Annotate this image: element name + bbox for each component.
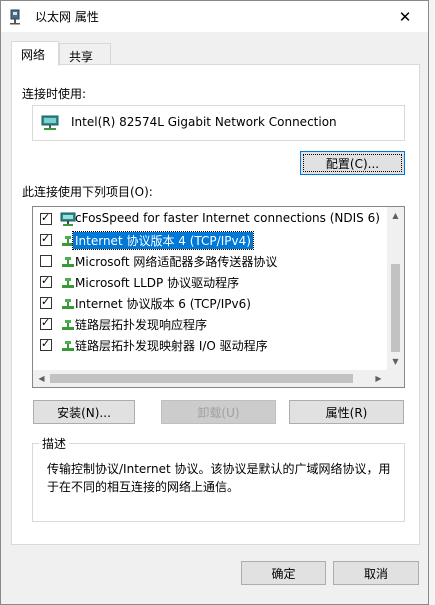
properties-button-label: 属性(R) [325,405,368,420]
uninstall-button[interactable]: 卸载(U) [161,400,276,424]
properties-dialog: 以太网 属性 ✕ 网络 共享 连接时使用: Intel(R) 82574L Gi… [0,0,429,605]
scroll-left-icon[interactable]: ◀ [33,370,50,387]
item-label: 链路层拓扑发现响应程序 [75,318,208,332]
list-item[interactable]: 链路层拓扑发现映射器 I/O 驱动程序 [33,335,388,356]
install-button[interactable]: 安装(N)... [33,400,135,424]
item-label: Microsoft LLDP 协议驱动程序 [75,276,240,290]
item-checkbox[interactable] [40,316,52,330]
items-label: 此连接使用下列项目(O): [22,185,153,199]
tab-sharing[interactable]: 共享 [59,43,111,65]
horizontal-scroll-thumb[interactable] [50,374,353,383]
item-label: Microsoft 网络适配器多路传送器协议 [75,255,278,269]
install-button-label: 安装(N)... [57,405,111,420]
adapter-name: Intel(R) 82574L Gigabit Network Connecti… [71,115,337,129]
list-item[interactable]: Microsoft 网络适配器多路传送器协议 [33,251,388,272]
properties-button[interactable]: 属性(R) [289,400,404,424]
scroll-right-icon[interactable]: ▶ [370,370,387,387]
item-checkbox[interactable] [40,255,52,267]
protocol-icon [62,278,74,288]
protocol-icon [62,320,74,330]
adapter-box: Intel(R) 82574L Gigabit Network Connecti… [32,105,405,141]
cfos-icon [60,212,76,226]
list-item[interactable]: Microsoft LLDP 协议驱动程序 [33,272,388,293]
item-checkbox[interactable] [40,337,52,351]
item-checkbox[interactable] [40,274,52,288]
protocol-icon [62,299,74,309]
vertical-scroll-thumb[interactable] [391,264,400,352]
cancel-button-label: 取消 [363,566,388,581]
description-legend: 描述 [39,435,70,452]
configure-button-label: 配置(C)... [325,156,380,171]
ok-button-label: 确定 [271,566,296,581]
vertical-scrollbar[interactable]: ▲ ▼ [387,207,404,370]
title-bar: 以太网 属性 ✕ [1,1,428,32]
network-adapter-icon [41,115,59,130]
scroll-down-icon[interactable]: ▼ [387,353,404,370]
cancel-button[interactable]: 取消 [333,561,419,585]
list-item[interactable]: Internet 协议版本 6 (TCP/IPv6) [33,293,388,314]
scrollbar-corner [387,370,404,387]
protocol-icon [62,341,74,351]
items-listbox[interactable]: cFosSpeed for faster Internet connection… [32,206,405,388]
protocol-icon [62,257,74,267]
connect-using-label: 连接时使用: [22,87,87,101]
list-item[interactable]: cFosSpeed for faster Internet connection… [33,209,388,230]
configure-button[interactable]: 配置(C)... [300,151,405,175]
background-window-edge [429,0,435,605]
ok-button[interactable]: 确定 [241,561,326,585]
window-title: 以太网 属性 [35,10,99,24]
description-text: 传输控制协议/Internet 协议。该协议是默认的广域网络协议，用于在不同的相… [47,462,391,494]
scroll-up-icon[interactable]: ▲ [387,207,404,224]
close-icon: ✕ [398,7,412,26]
tab-label: 共享 [69,50,94,64]
horizontal-scrollbar[interactable]: ◀ ▶ [33,370,404,387]
item-checkbox[interactable] [40,295,52,309]
tab-network[interactable]: 网络 [11,41,59,66]
list-item[interactable]: Internet 协议版本 4 (TCP/IPv4) [33,230,388,251]
uninstall-button-label: 卸载(U) [197,405,240,420]
item-label: cFosSpeed for faster Internet connection… [75,211,380,225]
close-button[interactable]: ✕ [382,1,428,32]
item-label: Internet 协议版本 4 (TCP/IPv4) [72,231,254,250]
network-adapter-icon [10,9,20,25]
tab-label: 网络 [21,48,46,62]
item-checkbox[interactable] [40,232,52,246]
item-label: Internet 协议版本 6 (TCP/IPv6) [75,297,251,311]
list-item[interactable]: 链路层拓扑发现响应程序 [33,314,388,335]
item-checkbox[interactable] [40,211,52,225]
item-label: 链路层拓扑发现映射器 I/O 驱动程序 [75,339,268,353]
